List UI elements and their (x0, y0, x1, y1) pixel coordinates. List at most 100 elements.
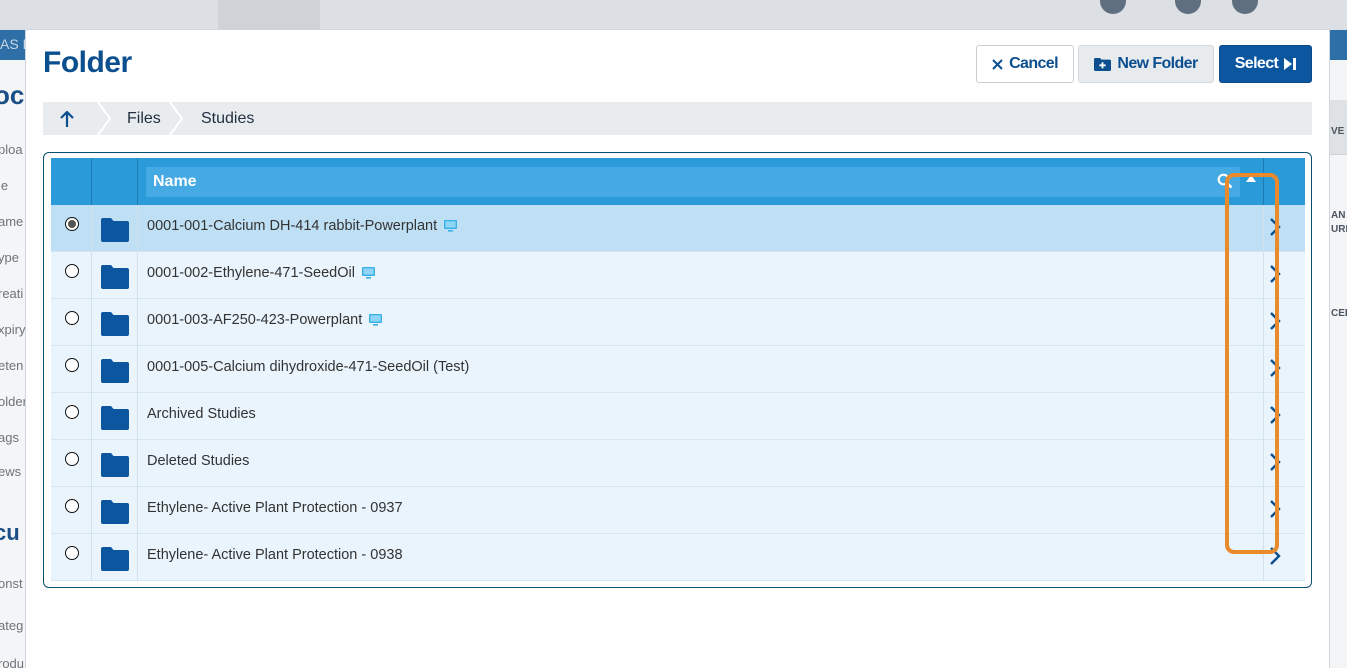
background-item: ploa (0, 142, 23, 157)
row-radio[interactable] (65, 405, 79, 419)
folder-icon (101, 547, 129, 571)
background-item: rodu (0, 656, 25, 668)
table-row[interactable]: Ethylene- Active Plant Protection - 0937 (51, 487, 1305, 534)
breadcrumb-separator (97, 102, 111, 135)
row-divider (91, 252, 92, 299)
row-divider (137, 205, 138, 252)
cancel-button[interactable]: Cancel (976, 45, 1074, 83)
row-radio[interactable] (65, 311, 79, 325)
row-radio[interactable] (65, 264, 79, 278)
background-item: ateg (0, 618, 24, 633)
background-avatar (1175, 0, 1201, 14)
background-icon (1232, 0, 1258, 14)
background-item: le (0, 178, 9, 193)
table-row[interactable]: Archived Studies (51, 393, 1305, 440)
row-name-cell[interactable]: 0001-003-AF250-423-Powerplant (147, 312, 383, 328)
add-folder-icon (1094, 57, 1112, 71)
row-name-cell[interactable]: Ethylene- Active Plant Protection - 0937 (147, 500, 403, 516)
row-divider (137, 299, 138, 346)
row-name-cell[interactable]: 0001-002-Ethylene-471-SeedOil (147, 265, 375, 281)
dialog-title: Folder (43, 46, 132, 79)
breadcrumb: Files Studies (43, 102, 1312, 135)
background-item: reati (0, 286, 24, 301)
row-name-cell[interactable]: 0001-005-Calcium dihydroxide-471-SeedOil… (147, 359, 469, 375)
background-item: onst (0, 576, 23, 591)
table-row[interactable]: Deleted Studies (51, 440, 1305, 487)
select-button[interactable]: Select (1219, 45, 1312, 83)
folder-table: Name 0001-001-Calcium DH-414 rabbit-Powe… (43, 152, 1312, 588)
row-name-cell[interactable]: Ethylene- Active Plant Protection - 0938 (147, 547, 403, 563)
row-radio[interactable] (65, 217, 79, 231)
row-name: 0001-003-AF250-423-Powerplant (147, 312, 363, 328)
row-divider (91, 205, 92, 252)
background-right-panel: VE AN URN CEL (1329, 60, 1347, 668)
row-name: 0001-001-Calcium DH-414 rabbit-Powerplan… (147, 218, 438, 234)
row-divider (91, 299, 92, 346)
row-name-cell[interactable]: Deleted Studies (147, 453, 249, 469)
row-divider (137, 534, 138, 581)
table-row[interactable]: 0001-005-Calcium dihydroxide-471-SeedOil… (51, 346, 1305, 393)
row-radio[interactable] (65, 546, 79, 560)
table-header: Name (51, 158, 1305, 205)
breadcrumb-item-files[interactable]: Files (127, 102, 161, 135)
table-row[interactable]: 0001-001-Calcium DH-414 rabbit-Powerplan… (51, 205, 1305, 252)
highlight-box (1225, 173, 1279, 554)
background-icon (1100, 0, 1126, 14)
table-body: 0001-001-Calcium DH-414 rabbit-Powerplan… (51, 205, 1305, 581)
table-row[interactable]: Ethylene- Active Plant Protection - 0938 (51, 534, 1305, 581)
background-label: AN (1331, 210, 1346, 221)
table-row[interactable]: 0001-002-Ethylene-471-SeedOil (51, 252, 1305, 299)
close-icon (992, 58, 1003, 70)
row-name: Ethylene- Active Plant Protection - 0937 (147, 500, 403, 516)
row-divider (137, 346, 138, 393)
breadcrumb-separator (169, 102, 183, 135)
folder-icon (101, 500, 129, 524)
row-name: Deleted Studies (147, 453, 250, 469)
table-row[interactable]: 0001-003-AF250-423-Powerplant (51, 299, 1305, 346)
new-folder-button[interactable]: New Folder (1078, 45, 1214, 83)
row-radio[interactable] (65, 499, 79, 513)
background-label: VE (1331, 126, 1345, 137)
background-tab (218, 0, 320, 30)
row-name: 0001-002-Ethylene-471-SeedOil (147, 265, 355, 281)
row-name: 0001-005-Calcium dihydroxide-471-SeedOil… (147, 359, 470, 375)
monitor-icon (444, 220, 458, 232)
background-item: xpiry (0, 322, 26, 337)
up-arrow-icon (60, 110, 74, 127)
background-label: CEL (1331, 308, 1347, 319)
select-button-label: Select (1234, 55, 1279, 72)
row-divider (137, 393, 138, 440)
row-name: Archived Studies (147, 406, 256, 422)
row-radio[interactable] (65, 358, 79, 372)
background-heading: cu (0, 520, 20, 545)
folder-icon (101, 453, 129, 477)
background-heading: oc (0, 80, 25, 110)
background-left-panel: oc ploa le ame ype reati xpiry eten olde… (0, 60, 26, 668)
folder-icon (101, 406, 129, 430)
monitor-icon (369, 314, 383, 326)
folder-icon (101, 312, 129, 336)
background-item: ews (0, 464, 22, 479)
background-top-bar (0, 0, 1347, 30)
background-item: older (0, 394, 26, 409)
column-divider (137, 158, 138, 205)
folder-icon (101, 265, 129, 289)
column-divider (91, 158, 92, 205)
row-divider (137, 487, 138, 534)
name-column-header[interactable]: Name (146, 167, 1240, 197)
row-divider (137, 440, 138, 487)
row-name-cell[interactable]: Archived Studies (147, 406, 256, 422)
row-divider (91, 534, 92, 581)
folder-dialog: Folder Cancel New Folder Select Files St… (26, 30, 1329, 668)
up-folder-button[interactable] (43, 102, 91, 135)
cancel-button-label: Cancel (1009, 55, 1058, 72)
breadcrumb-item-studies[interactable]: Studies (201, 102, 254, 135)
background-item: ype (0, 250, 19, 265)
row-radio[interactable] (65, 452, 79, 466)
row-name-cell[interactable]: 0001-001-Calcium DH-414 rabbit-Powerplan… (147, 218, 458, 234)
background-item: eten (0, 358, 24, 373)
row-name: Ethylene- Active Plant Protection - 0938 (147, 547, 403, 563)
folder-icon (101, 218, 129, 242)
new-folder-button-label: New Folder (1117, 55, 1198, 72)
row-divider (137, 252, 138, 299)
